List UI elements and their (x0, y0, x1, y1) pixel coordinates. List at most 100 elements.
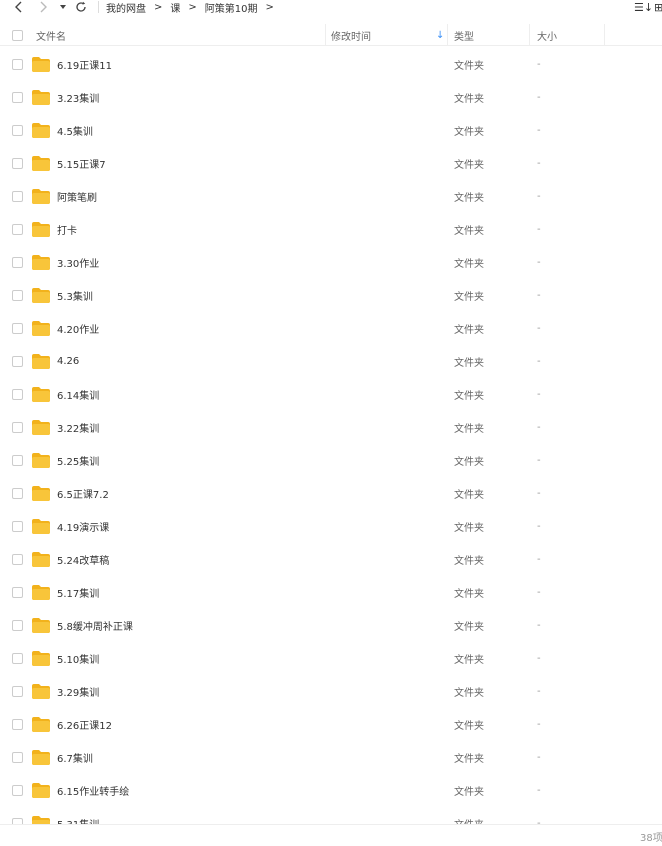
file-name[interactable]: 3.22集训 (57, 411, 99, 444)
row-checkbox[interactable] (12, 224, 23, 235)
row-checkbox[interactable] (12, 158, 23, 169)
file-type: 文件夹 (454, 787, 484, 798)
row-checkbox[interactable] (12, 59, 23, 70)
folder-icon (32, 783, 50, 798)
file-size: - (537, 521, 541, 532)
file-row[interactable]: 打卡 文件夹 - (0, 213, 662, 246)
file-name[interactable]: 5.15正课7 (57, 147, 106, 180)
file-name[interactable]: 3.30作业 (57, 246, 99, 279)
column-divider (325, 24, 326, 46)
file-name[interactable]: 3.29集训 (57, 675, 99, 708)
file-name[interactable]: 6.7集训 (57, 741, 93, 774)
column-name[interactable]: 文件名 (36, 24, 66, 46)
row-checkbox[interactable] (12, 653, 23, 664)
file-row[interactable]: 5.15正课7 文件夹 - (0, 147, 662, 180)
file-type: 文件夹 (454, 358, 484, 369)
grid-view-icon[interactable]: ⊞ (654, 0, 662, 14)
column-divider (604, 24, 605, 46)
file-name[interactable]: 阿策笔刷 (57, 180, 97, 213)
column-size[interactable]: 大小 (537, 24, 557, 46)
file-row[interactable]: 4.20作业 文件夹 - (0, 312, 662, 345)
row-checkbox[interactable] (12, 620, 23, 631)
file-row[interactable]: 3.29集训 文件夹 - (0, 675, 662, 708)
file-row[interactable]: 6.14集训 文件夹 - (0, 378, 662, 411)
sort-menu-icon[interactable]: ☰↓ (634, 0, 653, 14)
file-size: - (537, 785, 541, 796)
file-row[interactable]: 5.25集训 文件夹 - (0, 444, 662, 477)
file-name[interactable]: 5.31集训 (57, 807, 99, 824)
file-row[interactable]: 5.24改草稿 文件夹 - (0, 543, 662, 576)
row-checkbox[interactable] (12, 356, 23, 367)
file-name[interactable]: 5.3集训 (57, 279, 93, 312)
row-checkbox[interactable] (12, 290, 23, 301)
file-size: - (537, 290, 541, 301)
file-row[interactable]: 6.7集训 文件夹 - (0, 741, 662, 774)
file-row[interactable]: 6.15作业转手绘 文件夹 - (0, 774, 662, 807)
chevron-right-icon[interactable] (36, 0, 50, 14)
file-row[interactable]: 6.5正课7.2 文件夹 - (0, 477, 662, 510)
file-name[interactable]: 5.24改草稿 (57, 543, 109, 576)
file-name[interactable]: 4.20作业 (57, 312, 99, 345)
file-name[interactable]: 6.5正课7.2 (57, 477, 109, 510)
row-checkbox[interactable] (12, 422, 23, 433)
file-row[interactable]: 6.19正课11 文件夹 - (0, 48, 662, 81)
file-name[interactable]: 4.5集训 (57, 114, 93, 147)
file-name[interactable]: 5.17集训 (57, 576, 99, 609)
file-row[interactable]: 4.26 文件夹 - (0, 345, 662, 378)
file-name[interactable]: 打卡 (57, 213, 77, 246)
file-row[interactable]: 5.17集训 文件夹 - (0, 576, 662, 609)
file-row[interactable]: 5.31集训 文件夹 - (0, 807, 662, 824)
file-name[interactable]: 3.23集训 (57, 81, 99, 114)
file-row[interactable]: 3.30作业 文件夹 - (0, 246, 662, 279)
file-name[interactable]: 5.25集训 (57, 444, 99, 477)
file-size: - (537, 455, 541, 466)
row-checkbox[interactable] (12, 587, 23, 598)
row-checkbox[interactable] (12, 389, 23, 400)
chevron-left-icon[interactable] (12, 0, 26, 14)
file-type: 文件夹 (454, 160, 484, 171)
breadcrumb-item[interactable]: 课 (170, 0, 180, 15)
row-checkbox[interactable] (12, 785, 23, 796)
file-row[interactable]: 5.10集训 文件夹 - (0, 642, 662, 675)
column-type[interactable]: 类型 (454, 24, 474, 46)
row-checkbox[interactable] (12, 257, 23, 268)
file-name[interactable]: 5.10集训 (57, 642, 99, 675)
row-checkbox[interactable] (12, 455, 23, 466)
row-checkbox[interactable] (12, 686, 23, 697)
file-row[interactable]: 3.23集训 文件夹 - (0, 81, 662, 114)
row-checkbox[interactable] (12, 521, 23, 532)
file-row[interactable]: 5.3集训 文件夹 - (0, 279, 662, 312)
file-row[interactable]: 5.8缓冲周补正课 文件夹 - (0, 609, 662, 642)
folder-icon (32, 57, 50, 72)
select-all-checkbox[interactable] (12, 24, 23, 46)
row-checkbox[interactable] (12, 554, 23, 565)
column-divider (447, 24, 448, 46)
file-row[interactable]: 6.26正课12 文件夹 - (0, 708, 662, 741)
row-checkbox[interactable] (12, 191, 23, 202)
breadcrumb-item[interactable]: 我的网盘 (106, 0, 146, 15)
caret-down-icon[interactable] (58, 0, 68, 14)
row-checkbox[interactable] (12, 92, 23, 103)
file-name[interactable]: 6.19正课11 (57, 48, 112, 81)
file-name[interactable]: 6.14集训 (57, 378, 99, 411)
column-modified[interactable]: 修改时间 (331, 24, 371, 46)
folder-icon (32, 90, 50, 105)
sort-arrow-icon[interactable]: ↓ (436, 24, 444, 46)
file-name[interactable]: 6.15作业转手绘 (57, 774, 129, 807)
row-checkbox[interactable] (12, 125, 23, 136)
file-row[interactable]: 阿策笔刷 文件夹 - (0, 180, 662, 213)
file-row[interactable]: 3.22集训 文件夹 - (0, 411, 662, 444)
file-type: 文件夹 (454, 259, 484, 270)
row-checkbox[interactable] (12, 488, 23, 499)
row-checkbox[interactable] (12, 323, 23, 334)
file-name[interactable]: 5.8缓冲周补正课 (57, 609, 133, 642)
file-row[interactable]: 4.19演示课 文件夹 - (0, 510, 662, 543)
breadcrumb-item[interactable]: 阿策第10期 (205, 0, 258, 15)
file-name[interactable]: 6.26正课12 (57, 708, 112, 741)
refresh-icon[interactable] (74, 0, 88, 14)
file-row[interactable]: 4.5集训 文件夹 - (0, 114, 662, 147)
row-checkbox[interactable] (12, 752, 23, 763)
row-checkbox[interactable] (12, 719, 23, 730)
file-name[interactable]: 4.26 (57, 345, 79, 378)
file-name[interactable]: 4.19演示课 (57, 510, 109, 543)
